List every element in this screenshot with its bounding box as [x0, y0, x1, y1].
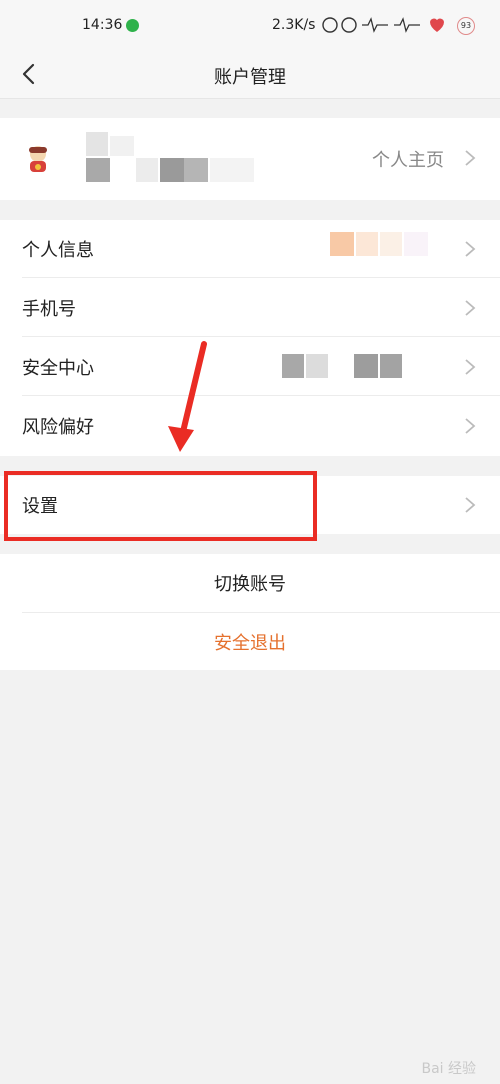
- username-blurred: [210, 158, 254, 182]
- account-info-group: 个人信息 手机号 安全中心 风险偏好: [0, 220, 500, 456]
- info-blurred: [380, 232, 402, 256]
- chevron-right-icon: [465, 150, 476, 166]
- divider: [22, 395, 500, 396]
- info-blurred: [404, 232, 428, 256]
- info-blurred: [282, 354, 304, 378]
- logout-label: 安全退出: [214, 633, 286, 654]
- info-blurred: [306, 354, 328, 378]
- chevron-right-icon: [465, 241, 476, 257]
- nav-bar: 账户管理: [0, 52, 500, 99]
- menu-item-label: 个人信息: [22, 240, 94, 261]
- username-blurred: [160, 158, 184, 182]
- switch-account-button[interactable]: 切换账号: [0, 554, 500, 612]
- menu-item-settings[interactable]: 设置: [0, 476, 500, 534]
- username-blurred: [86, 158, 110, 182]
- info-blurred: [380, 354, 402, 378]
- logout-button[interactable]: 安全退出: [0, 613, 500, 671]
- username-blurred: [86, 132, 108, 156]
- status-bar: 14:36 2.3K/s 93: [0, 0, 500, 52]
- menu-item-personal-info[interactable]: 个人信息: [0, 220, 500, 278]
- chevron-right-icon: [465, 418, 476, 434]
- personal-homepage-link[interactable]: 个人主页: [372, 146, 444, 172]
- menu-item-phone[interactable]: 手机号: [0, 279, 500, 337]
- chevron-right-icon: [465, 300, 476, 316]
- baidu-watermark: Bai 经验: [421, 1061, 476, 1077]
- chevron-right-icon: [465, 359, 476, 375]
- menu-item-security-center[interactable]: 安全中心: [0, 338, 500, 396]
- username-blurred: [136, 158, 158, 182]
- network-speed: 2.3K/s: [272, 17, 316, 33]
- menu-item-label: 设置: [22, 496, 58, 517]
- avatar: [29, 146, 47, 172]
- page-title: 账户管理: [214, 67, 286, 88]
- menu-item-label: 风险偏好: [22, 417, 94, 438]
- switch-account-label: 切换账号: [214, 574, 286, 595]
- menu-item-label: 手机号: [22, 299, 76, 320]
- account-actions-group: 切换账号 安全退出: [0, 554, 500, 670]
- settings-group: 设置: [0, 476, 500, 534]
- info-blurred: [354, 354, 378, 378]
- status-time: 14:36: [82, 17, 123, 33]
- divider: [22, 277, 500, 278]
- chevron-right-icon: [465, 497, 476, 513]
- divider: [22, 336, 500, 337]
- info-blurred: [330, 232, 354, 256]
- menu-item-label: 安全中心: [22, 358, 94, 379]
- menu-item-risk-preference[interactable]: 风险偏好: [0, 397, 500, 455]
- info-blurred: [356, 232, 378, 256]
- annotation-arrow-icon: [168, 341, 207, 452]
- profile-card[interactable]: 个人主页: [0, 118, 500, 200]
- message-notification-icon: [126, 19, 139, 32]
- username-blurred: [110, 136, 134, 156]
- status-icons: [322, 17, 444, 33]
- battery-indicator: 93: [457, 17, 475, 35]
- username-blurred: [184, 158, 208, 182]
